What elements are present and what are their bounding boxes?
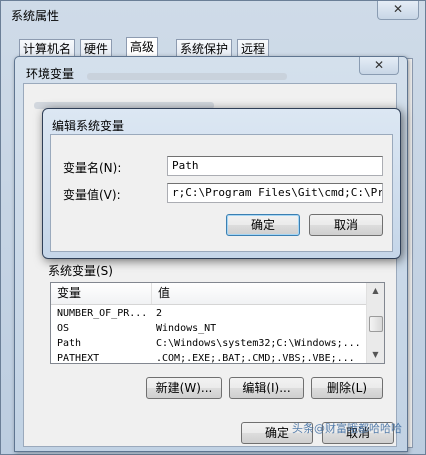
- column-header-variable[interactable]: 变量: [51, 283, 151, 304]
- variable-value: Windows_NT: [156, 323, 217, 334]
- variable-name-label: 变量名(N):: [63, 161, 122, 175]
- table-row[interactable]: Path C:\Windows\system32;C:\Windows;...: [51, 336, 368, 351]
- system-variables-list[interactable]: 变量 值 NUMBER_OF_PR... 2 OS Windows_NT Pat…: [50, 282, 385, 364]
- system-variables-label: 系统变量(S): [48, 264, 113, 278]
- variable-value: .COM;.EXE;.BAT;.CMD;.VBS;.VBE;...: [156, 353, 355, 364]
- column-header-value[interactable]: 值: [151, 283, 368, 304]
- variable-name-field[interactable]: Path: [167, 156, 383, 176]
- edit-system-variable-dialog: 编辑系统变量 变量名(N): Path 变量值(V): r;C:\Program…: [42, 108, 401, 259]
- delete-button[interactable]: 删除(L): [311, 377, 383, 399]
- variable-value: 2: [156, 308, 163, 319]
- edit-dialog-title: 编辑系统变量: [52, 119, 125, 133]
- environment-variables-title: 环境变量: [26, 67, 75, 81]
- system-properties-title: 系统属性: [11, 9, 60, 23]
- variable-value-label: 变量值(V):: [63, 188, 121, 202]
- scroll-up-arrow-icon[interactable]: ▲: [367, 283, 384, 299]
- table-row[interactable]: PATHEXT .COM;.EXE;.BAT;.CMD;.VBS;.VBE;..…: [51, 351, 368, 364]
- variable-name: PATHEXT: [57, 353, 100, 364]
- new-button[interactable]: 新建(W)...: [146, 377, 222, 399]
- blurred-background-text: [87, 73, 287, 80]
- edit-dialog-body: 变量名(N): Path 变量值(V): r;C:\Program Files\…: [50, 134, 393, 252]
- watermark-text: 头条@财富哦都哈哈哈: [292, 422, 402, 435]
- variable-value-field[interactable]: r;C:\Program Files\Git\cmd;C:\Progr: [167, 183, 383, 203]
- list-header: 变量 值: [51, 283, 368, 305]
- table-row[interactable]: OS Windows_NT: [51, 321, 368, 336]
- vertical-scrollbar[interactable]: ▲ ▼: [366, 283, 384, 363]
- variable-name: NUMBER_OF_PR...: [57, 308, 148, 319]
- scroll-down-arrow-icon[interactable]: ▼: [367, 347, 384, 363]
- variable-name: Path: [57, 338, 82, 349]
- edit-ok-button[interactable]: 确定: [226, 214, 300, 236]
- variable-name: OS: [57, 323, 70, 334]
- close-icon[interactable]: ✕: [377, 1, 419, 20]
- variable-value: C:\Windows\system32;C:\Windows;...: [156, 338, 361, 349]
- edit-cancel-button[interactable]: 取消: [309, 214, 383, 236]
- scroll-thumb[interactable]: [369, 316, 383, 332]
- close-icon[interactable]: ✕: [359, 57, 399, 75]
- edit-button[interactable]: 编辑(I)...: [229, 377, 304, 399]
- table-row[interactable]: NUMBER_OF_PR... 2: [51, 306, 368, 321]
